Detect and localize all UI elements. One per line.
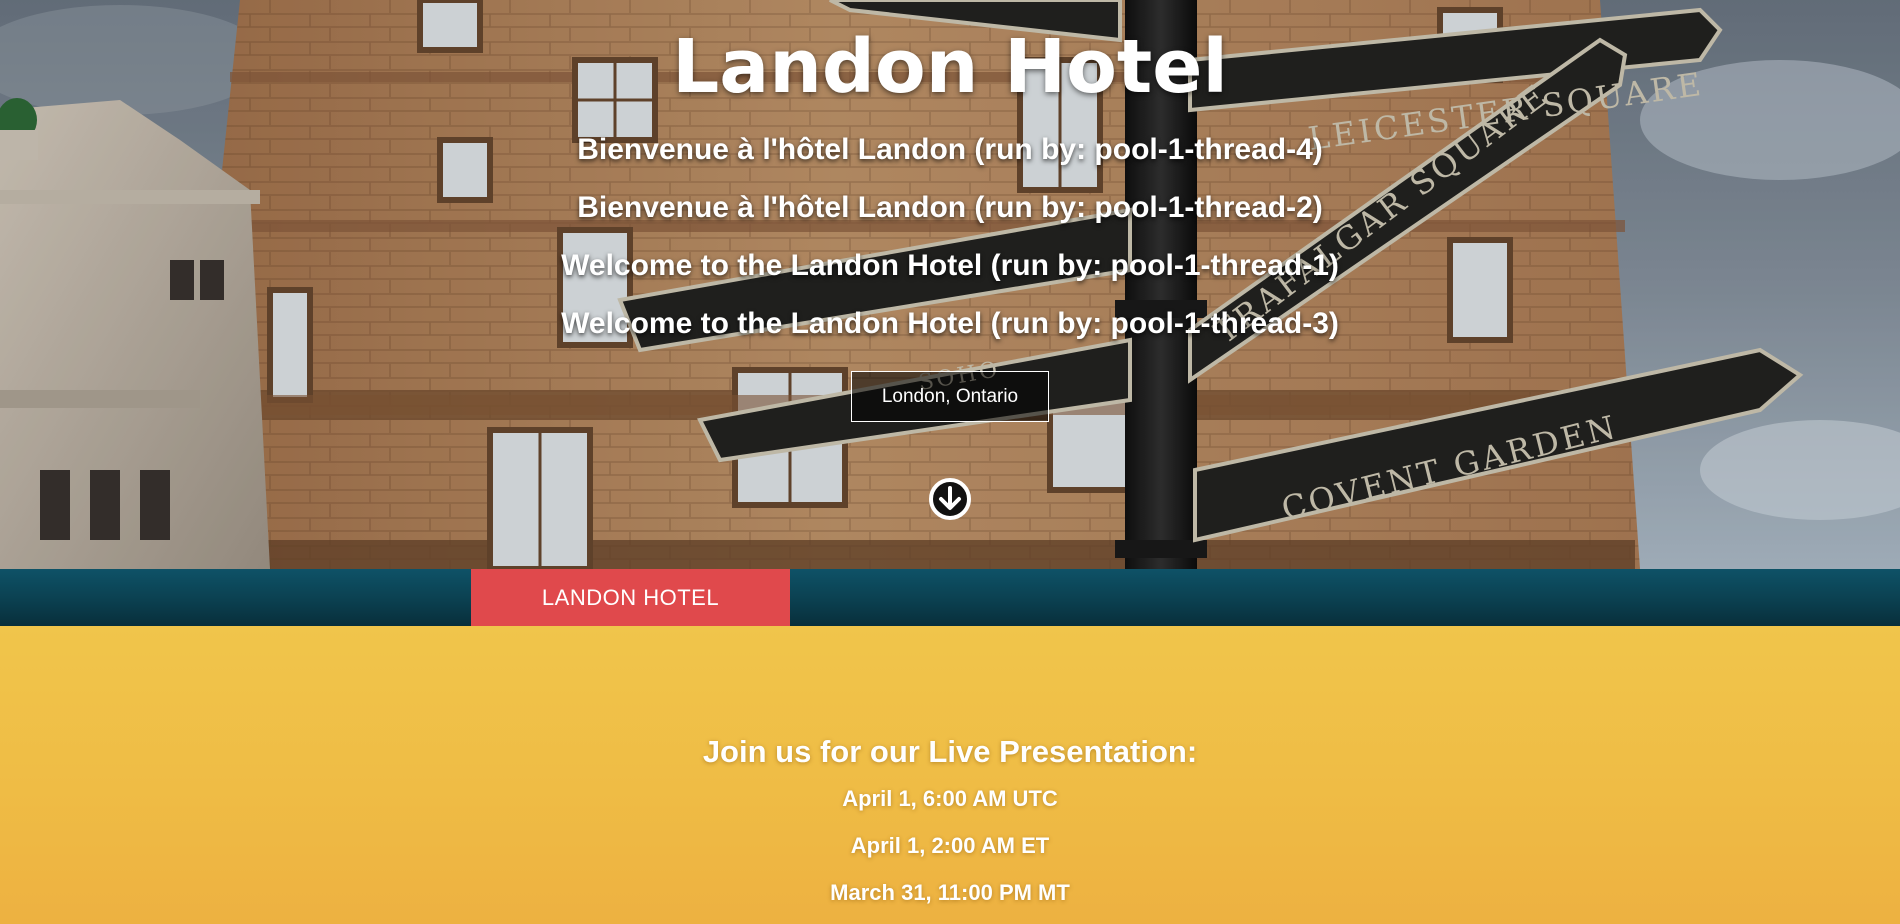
presentation-time: March 31, 11:00 PM MT (830, 880, 1070, 905)
presentation-time: April 1, 2:00 AM ET (850, 833, 1050, 858)
location-badge: London, Ontario (851, 371, 1049, 422)
welcome-messages-list: Bienvenue à l'hôtel Landon (run by: pool… (0, 128, 1900, 360)
presentation-times-list: April 1, 6:00 AM UTC April 1, 2:00 AM ET… (0, 784, 1900, 924)
presentation-section: Join us for our Live Presentation: April… (0, 626, 1900, 924)
arrow-down-circle-icon[interactable] (928, 477, 972, 521)
welcome-message: Welcome to the Landon Hotel (run by: poo… (561, 307, 1339, 340)
presentation-time: April 1, 6:00 AM UTC (842, 786, 1058, 811)
hotel-title: Landon Hotel (672, 24, 1228, 110)
hero-section: LEICESTER SQUARE TRAFALGAR SQUARE COVENT… (0, 0, 1900, 569)
presentation-heading: Join us for our Live Presentation: (702, 734, 1198, 769)
page: LEICESTER SQUARE TRAFALGAR SQUARE COVENT… (0, 0, 1900, 924)
hero-content: Landon Hotel Bienvenue à l'hôtel Landon … (0, 0, 1900, 569)
main-navbar: LANDON HOTEL (0, 569, 1900, 626)
welcome-message: Bienvenue à l'hôtel Landon (run by: pool… (577, 133, 1323, 166)
nav-brand-link[interactable]: LANDON HOTEL (471, 569, 790, 626)
welcome-message: Bienvenue à l'hôtel Landon (run by: pool… (577, 191, 1323, 224)
welcome-message: Welcome to the Landon Hotel (run by: poo… (561, 249, 1339, 282)
